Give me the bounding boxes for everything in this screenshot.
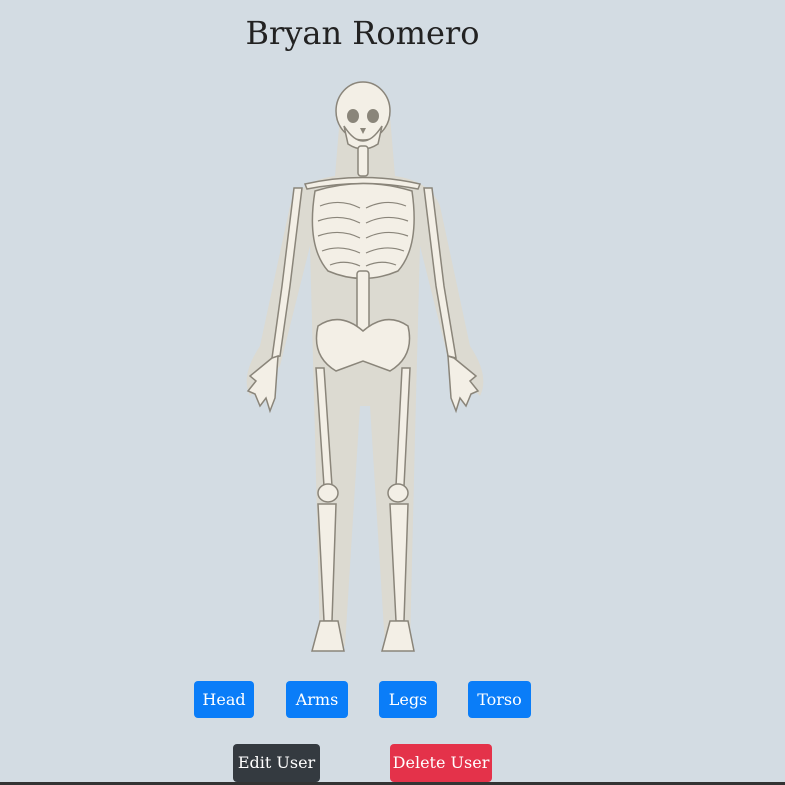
delete-user-button[interactable]: Delete User (390, 744, 492, 782)
skeleton-image (246, 81, 484, 652)
torso-button[interactable]: Torso (468, 681, 531, 718)
edit-user-button[interactable]: Edit User (233, 744, 320, 782)
page-title: Bryan Romero (245, 14, 480, 52)
legs-button[interactable]: Legs (379, 681, 437, 718)
head-button[interactable]: Head (194, 681, 254, 718)
arms-button[interactable]: Arms (286, 681, 348, 718)
